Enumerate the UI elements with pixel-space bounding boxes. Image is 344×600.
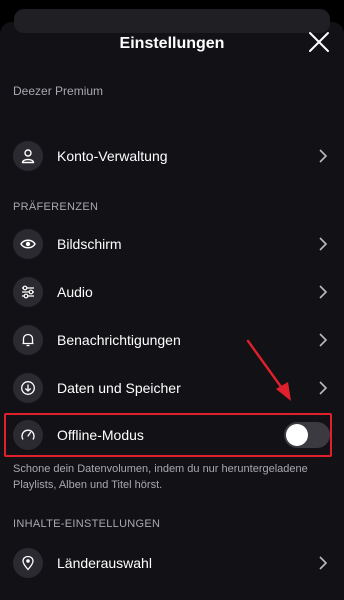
preference-item-label: Bildschirm	[57, 236, 122, 252]
preference-item-audio[interactable]: Audio	[0, 268, 344, 316]
annotation-arrow	[246, 339, 291, 401]
eye-icon	[13, 229, 43, 259]
chevron-right-icon	[319, 237, 328, 251]
account-row[interactable]: Konto-Verwaltung	[0, 132, 344, 180]
user-icon	[13, 141, 43, 171]
offline-mode-toggle[interactable]	[284, 422, 330, 448]
download-icon	[13, 373, 43, 403]
content-item-laenderauswahl[interactable]: Länderauswahl	[0, 539, 344, 587]
account-label: Konto-Verwaltung	[57, 148, 168, 164]
speedometer-icon	[13, 420, 43, 450]
chevron-right-icon	[319, 556, 328, 570]
preference-item-label: Audio	[57, 284, 93, 300]
preferences-heading: PRÄFERENZEN	[13, 201, 99, 213]
offline-mode-label: Offline-Modus	[57, 427, 144, 443]
premium-label: Deezer Premium	[13, 84, 104, 98]
background-search-bar	[14, 9, 330, 33]
chevron-right-icon	[319, 149, 328, 163]
location-pin-icon	[13, 548, 43, 578]
chevron-right-icon	[319, 285, 328, 299]
content-settings-heading: INHALTE-EINSTELLUNGEN	[13, 518, 161, 530]
close-icon[interactable]	[308, 31, 330, 53]
page-title: Einstellungen	[119, 35, 225, 52]
preference-item-label: Benachrichtigungen	[57, 332, 181, 348]
chevron-right-icon	[319, 333, 328, 347]
offline-mode-row[interactable]: Offline-Modus	[0, 411, 344, 459]
preference-item-label: Daten und Speicher	[57, 380, 181, 396]
toggle-knob	[286, 424, 308, 446]
sliders-icon	[13, 277, 43, 307]
bell-icon	[13, 325, 43, 355]
preference-item-bildschirm[interactable]: Bildschirm	[0, 220, 344, 268]
offline-mode-description: Schone dein Datenvolumen, indem du nur h…	[13, 463, 308, 491]
content-item-label: Länderauswahl	[57, 555, 152, 571]
chevron-right-icon	[319, 381, 328, 395]
